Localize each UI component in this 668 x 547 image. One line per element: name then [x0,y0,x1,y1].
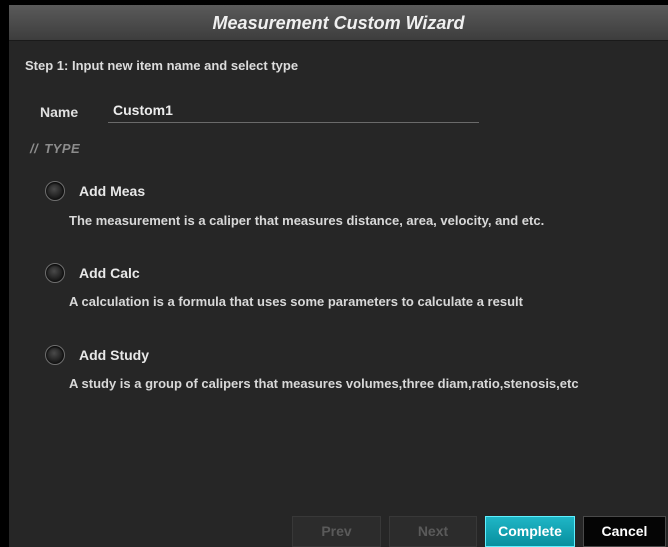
add-meas-radio[interactable] [45,181,65,201]
add-calc-description: A calculation is a formula that uses som… [69,294,523,309]
add-study-radio[interactable] [45,345,65,365]
add-calc-radio[interactable] [45,263,65,283]
prev-button[interactable]: Prev [292,516,381,547]
add-study-option[interactable]: Add Study [45,344,645,366]
add-study-label: Add Study [79,347,149,363]
add-calc-option[interactable]: Add Calc [45,262,645,284]
next-button[interactable]: Next [389,516,477,547]
add-meas-description: The measurement is a caliper that measur… [69,213,545,228]
add-meas-label: Add Meas [79,183,146,199]
type-heading-label: TYPE [44,141,81,156]
complete-button[interactable]: Complete [485,516,575,547]
type-section-heading: // TYPE [30,141,80,156]
measurement-custom-wizard-dialog: Measurement Custom Wizard Step 1: Input … [9,5,668,547]
dialog-title: Measurement Custom Wizard [9,5,668,41]
add-study-description: A study is a group of calipers that meas… [69,376,579,391]
add-calc-label: Add Calc [79,265,140,281]
cancel-button[interactable]: Cancel [583,516,666,547]
add-meas-option[interactable]: Add Meas [45,180,645,202]
name-input[interactable]: Custom1 [108,98,479,123]
step-instruction: Step 1: Input new item name and select t… [25,58,299,73]
section-marker: // [30,141,39,156]
name-label: Name [40,104,79,120]
